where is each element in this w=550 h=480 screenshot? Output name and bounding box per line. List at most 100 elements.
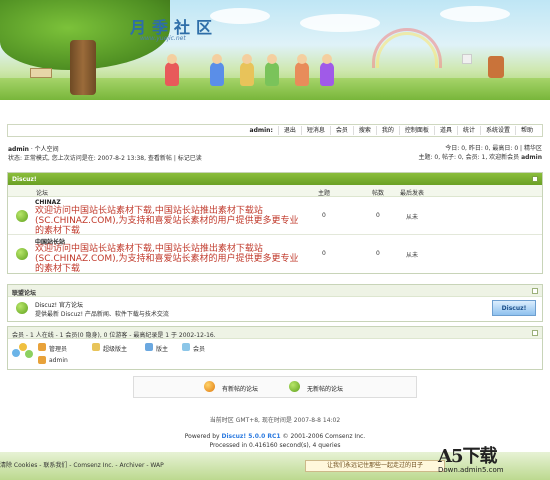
collapse-icon[interactable]	[532, 330, 538, 336]
online-user[interactable]: admin	[38, 356, 68, 364]
legend-label: 版主	[156, 346, 169, 353]
footer-links[interactable]: 清除 Cookies - 联系我们 - Comsenz Inc. - Archi…	[0, 460, 164, 469]
header-banner: 月季社区 www.yuejic.net	[0, 0, 550, 100]
watermark-domain: Down.admin5.com	[438, 466, 504, 474]
online-body: 管理员 超级版主 版主 会员 admin	[8, 339, 542, 369]
forum-last-post: 从未	[406, 252, 419, 259]
forum-status-icon	[16, 248, 28, 260]
col-posts: 帖数	[372, 190, 385, 197]
status-line: 状态: 正常模式, 您上次访问是在: 2007-8-2 13:38, 查看新帖 …	[8, 155, 202, 162]
partner-name[interactable]: Discuz! 官方论坛	[35, 300, 83, 309]
signpost-decoration	[30, 68, 52, 78]
partner-header: 联盟论坛	[8, 285, 542, 297]
legend-label: 管理员	[49, 346, 68, 353]
top-navigation: admin: 退出 短消息 会员 搜索 我的 控制面板 道具 统计 系统设置 帮…	[7, 124, 543, 137]
child-figure	[210, 54, 224, 86]
admin-icon	[38, 356, 46, 364]
forum-description: 欢迎访问中国站长站素材下载,中国站长站推出素材下载站(SC.CHINAZ.COM…	[35, 206, 299, 236]
legend-label: 超级版主	[103, 346, 128, 353]
column-headers: 论坛 主题 帖数 最后发表	[8, 185, 542, 197]
collapse-icon[interactable]	[532, 176, 538, 182]
scarecrow-decoration	[488, 56, 504, 78]
online-header: 会员 - 1 人在线 - 1 会员(0 隐身), 0 位游客 - 最高纪录是 1…	[8, 327, 542, 339]
child-figure	[240, 54, 254, 86]
category-header: Discuz!	[8, 173, 542, 185]
nav-help[interactable]: 帮助	[514, 126, 538, 135]
partner-forums: 联盟论坛 Discuz! 官方论坛 提供最新 Discuz! 产品新闻、软件下载…	[7, 284, 543, 322]
forum-status-icon	[16, 210, 28, 222]
forum-topics: 0	[322, 212, 326, 219]
forum-name[interactable]: CHINAZ	[35, 199, 61, 206]
forum-posts: 0	[376, 212, 380, 219]
nav-control-panel[interactable]: 控制面板	[398, 126, 434, 135]
col-last-post: 最后发表	[400, 190, 425, 197]
online-users-icon	[12, 343, 34, 363]
breadcrumb-user[interactable]: admin	[8, 146, 29, 153]
nav-username[interactable]: admin:	[245, 126, 278, 135]
legend-super-mod: 超级版主	[92, 343, 128, 353]
stats-line-2: 主题: 0, 帖子: 0, 会员: 1, 欢迎新会员 admin	[418, 153, 542, 162]
sign-decoration	[462, 54, 472, 64]
new-posts-icon	[204, 381, 215, 392]
cloud	[210, 8, 270, 24]
footer-slogan: 让我们永远记住那些一起走过的日子	[305, 460, 445, 472]
newest-member-link[interactable]: admin	[521, 154, 542, 161]
nav-stats[interactable]: 统计	[456, 126, 480, 135]
cloud	[300, 14, 380, 32]
nav-system-settings[interactable]: 系统设置	[479, 126, 515, 135]
admin-icon	[38, 343, 46, 351]
legend-admin: 管理员	[38, 343, 68, 353]
nav-logout[interactable]: 退出	[277, 126, 301, 135]
forum-stats: 今日: 0, 昨日: 0, 最高日: 0 | 精华区 主题: 0, 帖子: 0,…	[418, 144, 542, 162]
moderator-icon	[145, 343, 153, 351]
forum-description: 欢迎访问中国站长站素材下载,中国站长站推出素材下载站(SC.CHINAZ.COM…	[35, 244, 299, 274]
nav-messages[interactable]: 短消息	[300, 126, 330, 135]
forum-posts: 0	[376, 250, 380, 257]
forum-category: Discuz! 论坛 主题 帖数 最后发表 CHINAZ 欢迎访问中国站长站素材…	[7, 172, 543, 274]
breadcrumb-space[interactable]: · 个人空间	[31, 146, 59, 153]
nav-my[interactable]: 我的	[375, 126, 399, 135]
powered-product-link[interactable]: Discuz! 5.0.0 RC1	[221, 433, 280, 440]
partner-icon	[16, 302, 28, 314]
online-users: 会员 - 1 人在线 - 1 会员(0 隐身), 0 位游客 - 最高纪录是 1…	[7, 326, 543, 370]
partner-title: 联盟论坛	[12, 290, 37, 297]
partner-row: Discuz! 官方论坛 提供最新 Discuz! 产品新闻、软件下载与技术交流…	[8, 297, 542, 321]
nav-search[interactable]: 搜索	[352, 126, 376, 135]
nav-items[interactable]: 道具	[433, 126, 457, 135]
online-username[interactable]: admin	[49, 357, 68, 364]
super-moderator-icon	[92, 343, 100, 351]
powered-prefix: Powered by	[184, 433, 220, 440]
partner-description: 提供最新 Discuz! 产品新闻、软件下载与技术交流	[35, 311, 169, 318]
a5-watermark: A5下载 Down.admin5.com	[438, 442, 548, 480]
col-topics: 主题	[318, 190, 331, 197]
child-figure	[295, 54, 309, 86]
stats-line-1: 今日: 0, 昨日: 0, 最高日: 0 | 精华区	[445, 145, 542, 152]
no-new-posts-icon	[289, 381, 300, 392]
forum-topics: 0	[322, 250, 326, 257]
no-new-posts-label: 无新帖的论坛	[307, 386, 344, 393]
child-figure	[265, 54, 279, 86]
legend-label: 会员	[193, 346, 206, 353]
forum-row: CHINAZ 欢迎访问中国站长站素材下载,中国站长站推出素材下载站(SC.CHI…	[8, 197, 542, 236]
forum-last-post: 从未	[406, 214, 419, 221]
child-figure	[165, 54, 179, 86]
legend-member: 会员	[182, 343, 206, 353]
collapse-icon[interactable]	[532, 288, 538, 294]
col-forum: 论坛	[36, 190, 49, 197]
footer-time: 当前时区 GMT+8, 现在时间是 2007-8-8 14:02	[209, 417, 341, 424]
tree-trunk-decoration	[70, 40, 96, 95]
legend-mod: 版主	[145, 343, 169, 353]
discuz-logo[interactable]: Discuz!	[492, 300, 536, 316]
cloud	[440, 6, 510, 22]
powered-suffix: © 2001-2006 Comsenz Inc.	[282, 433, 366, 440]
site-url: www.yuejic.net	[140, 35, 186, 42]
new-posts-label: 有新帖的论坛	[222, 386, 259, 393]
watermark-brand: A5下载	[438, 446, 498, 467]
breadcrumb: admin · 个人空间	[8, 144, 59, 153]
forum-row: 中国站长站 欢迎访问中国站长站素材下载,中国站长站推出素材下载站(SC.CHIN…	[8, 235, 542, 274]
category-title[interactable]: Discuz!	[12, 176, 37, 183]
nav-members[interactable]: 会员	[329, 126, 353, 135]
footer-powered: Powered by Discuz! 5.0.0 RC1 © 2001-2006…	[0, 433, 550, 440]
online-summary: 会员 - 1 人在线 - 1 会员(0 隐身), 0 位游客 - 最高纪录是 1…	[12, 332, 216, 339]
member-icon	[182, 343, 190, 351]
